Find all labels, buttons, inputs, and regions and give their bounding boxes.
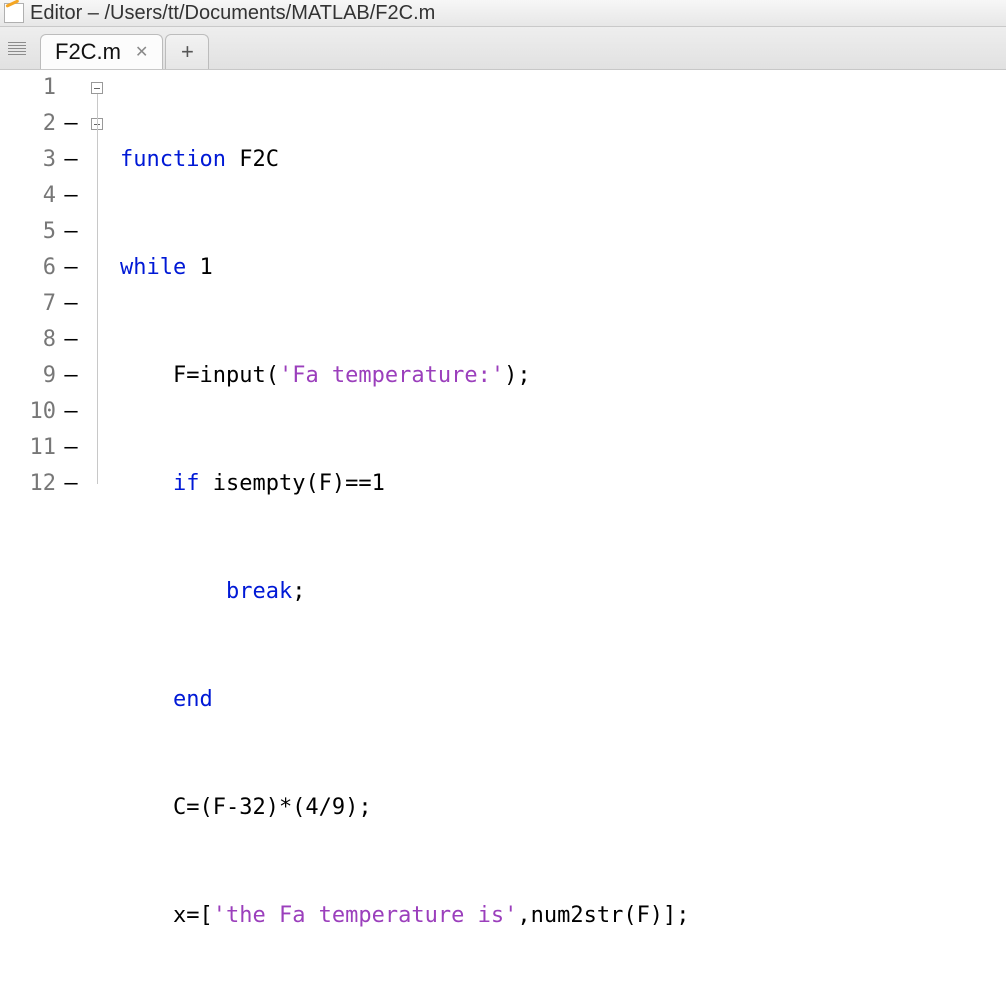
code-content[interactable]: function F2C while 1 F=input('Fa tempera… — [116, 70, 1006, 504]
fold-gutter — [80, 70, 116, 504]
line-marker[interactable]: – — [62, 358, 80, 394]
line-marker[interactable]: – — [62, 142, 80, 178]
code-line[interactable]: x=['the Fa temperature is',num2str(F)]; — [120, 898, 1006, 934]
code-line[interactable]: while 1 — [120, 250, 1006, 286]
line-number-gutter: 1 2 3 4 5 6 7 8 9 10 11 12 — [0, 70, 62, 504]
line-marker[interactable]: – — [62, 322, 80, 358]
line-marker[interactable]: – — [62, 250, 80, 286]
editor-app-icon — [4, 3, 24, 23]
line-number: 4 — [0, 178, 56, 214]
line-number: 3 — [0, 142, 56, 178]
line-number: 9 — [0, 358, 56, 394]
window-titlebar: Editor – /Users/tt/Documents/MATLAB/F2C.… — [0, 0, 1006, 27]
code-line[interactable]: C=(F-32)*(4/9); — [120, 790, 1006, 826]
drag-handle-icon[interactable] — [4, 30, 30, 66]
editor-area[interactable]: 1 2 3 4 5 6 7 8 9 10 11 12 – – – – – – –… — [0, 70, 1006, 504]
line-number: 7 — [0, 286, 56, 322]
code-line[interactable]: F=input('Fa temperature:'); — [120, 358, 1006, 394]
code-line[interactable]: break; — [120, 574, 1006, 610]
tab-strip: F2C.m ✕ + — [0, 27, 1006, 70]
window-title-sep: – — [82, 2, 104, 25]
tab-label: F2C.m — [55, 39, 121, 65]
line-marker[interactable]: – — [62, 286, 80, 322]
fold-toggle-icon[interactable] — [91, 82, 103, 94]
window-title-path: /Users/tt/Documents/MATLAB/F2C.m — [105, 2, 436, 25]
line-marker[interactable]: – — [62, 394, 80, 430]
line-number: 6 — [0, 250, 56, 286]
line-marker[interactable] — [62, 70, 80, 106]
plus-icon: + — [181, 39, 194, 65]
line-marker[interactable]: – — [62, 178, 80, 214]
line-marker[interactable]: – — [62, 430, 80, 466]
window-title-app: Editor — [30, 2, 82, 25]
line-number: 8 — [0, 322, 56, 358]
line-marker[interactable]: – — [62, 466, 80, 502]
line-number: 5 — [0, 214, 56, 250]
line-marker[interactable]: – — [62, 214, 80, 250]
line-number: 10 — [0, 394, 56, 430]
line-number: 2 — [0, 106, 56, 142]
line-number: 1 — [0, 70, 56, 106]
close-icon[interactable]: ✕ — [135, 42, 148, 62]
code-line[interactable]: end — [120, 682, 1006, 718]
new-tab-button[interactable]: + — [165, 34, 209, 69]
code-line[interactable]: if isempty(F)==1 — [120, 466, 1006, 502]
line-number: 11 — [0, 430, 56, 466]
breakpoint-gutter[interactable]: – – – – – – – – – – – — [62, 70, 80, 504]
line-marker[interactable]: – — [62, 106, 80, 142]
code-line[interactable]: function F2C — [120, 142, 1006, 178]
tab-active[interactable]: F2C.m ✕ — [40, 34, 163, 69]
line-number: 12 — [0, 466, 56, 502]
